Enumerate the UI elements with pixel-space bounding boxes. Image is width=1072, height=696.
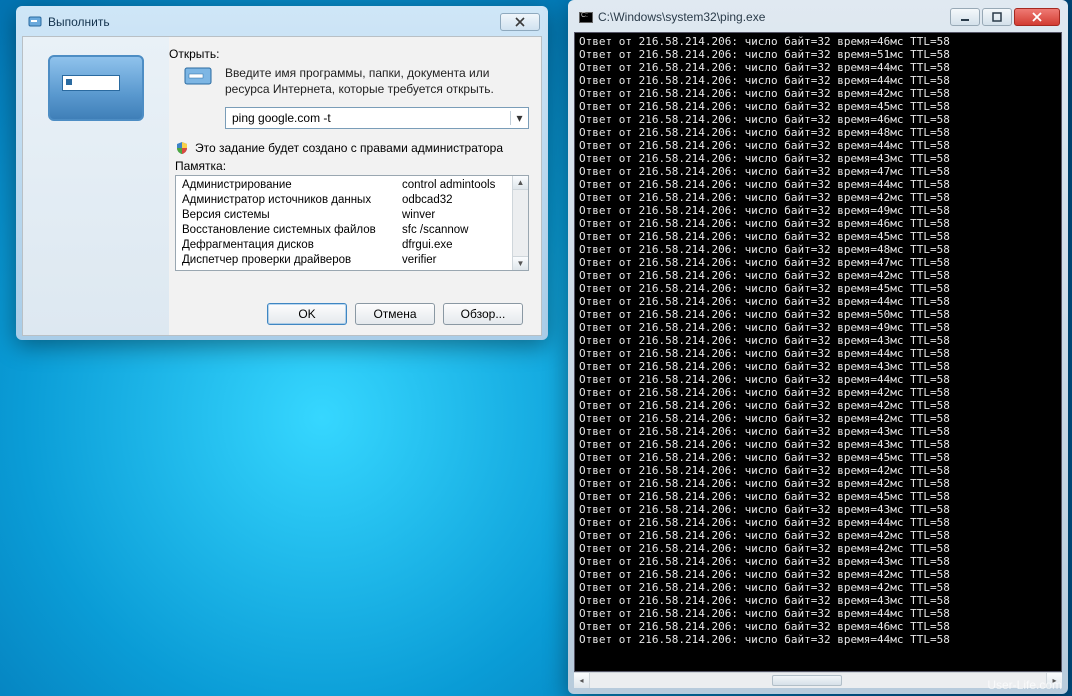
pametka-scrollbar[interactable]: ▲ ▼ (512, 176, 528, 270)
combo-dropdown-arrow[interactable]: ▾ (510, 111, 528, 125)
list-item[interactable]: Дефрагментация дисковdfrgui.exe (176, 238, 512, 253)
admin-note: Это задание будет создано с правами адми… (175, 141, 529, 155)
list-item[interactable]: Диспетчер проверки драйверовverifier (176, 253, 512, 268)
run-title: Выполнить (48, 15, 500, 29)
console-output[interactable]: Ответ от 216.58.214.206: число байт=32 в… (574, 32, 1062, 672)
scroll-up-icon[interactable]: ▲ (513, 176, 528, 190)
console-title-icon (578, 10, 594, 24)
console-titlebar[interactable]: C:\Windows\system32\ping.exe (574, 6, 1062, 28)
run-dialog-window: Выполнить Открыть: Введите имя программы… (16, 6, 548, 340)
run-hint-icon (183, 65, 215, 89)
run-left-panel (23, 37, 169, 335)
scroll-track[interactable] (590, 673, 1046, 688)
scroll-thumb[interactable] (772, 675, 842, 686)
maximize-icon (992, 12, 1002, 22)
scroll-down-icon[interactable]: ▼ (513, 256, 528, 270)
console-title: C:\Windows\system32\ping.exe (598, 10, 950, 24)
run-titlebar[interactable]: Выполнить (22, 12, 542, 32)
console-close-button[interactable] (1014, 8, 1060, 26)
run-right-panel: Открыть: Введите имя программы, папки, д… (169, 37, 541, 335)
button-row: OK Отмена Обзор... (169, 295, 529, 335)
run-icon (48, 55, 144, 121)
close-icon (515, 17, 525, 27)
scroll-left-icon[interactable]: ◂ (574, 673, 590, 688)
console-window: C:\Windows\system32\ping.exe Ответ от 21… (568, 0, 1068, 694)
minimize-icon (960, 12, 970, 22)
open-combobox[interactable]: ▾ (225, 107, 529, 129)
admin-note-text: Это задание будет создано с правами адми… (195, 141, 503, 155)
open-hint-text: Введите имя программы, папки, документа … (225, 66, 494, 96)
open-input[interactable] (226, 111, 510, 125)
open-hint: Введите имя программы, папки, документа … (169, 65, 529, 97)
shield-icon (175, 141, 189, 155)
run-title-icon (28, 15, 42, 29)
pametka-listbox[interactable]: Администрированиеcontrol admintools Адми… (175, 175, 529, 271)
run-close-button[interactable] (500, 13, 540, 31)
minimize-button[interactable] (950, 8, 980, 26)
list-item[interactable]: Администратор источников данныхodbcad32 (176, 193, 512, 208)
list-item[interactable]: Администрированиеcontrol admintools (176, 178, 512, 193)
maximize-button[interactable] (982, 8, 1012, 26)
close-icon (1031, 12, 1043, 22)
list-item[interactable]: Восстановление системных файловsfc /scan… (176, 223, 512, 238)
cancel-button[interactable]: Отмена (355, 303, 435, 325)
browse-button[interactable]: Обзор... (443, 303, 523, 325)
ok-button[interactable]: OK (267, 303, 347, 325)
list-item[interactable]: Версия системыwinver (176, 208, 512, 223)
pametka-label: Памятка: (175, 159, 529, 173)
run-body: Открыть: Введите имя программы, папки, д… (22, 36, 542, 336)
watermark: User-Life.com (987, 678, 1062, 692)
pametka-list: Администрированиеcontrol admintools Адми… (176, 176, 512, 270)
open-label: Открыть: (169, 47, 529, 61)
